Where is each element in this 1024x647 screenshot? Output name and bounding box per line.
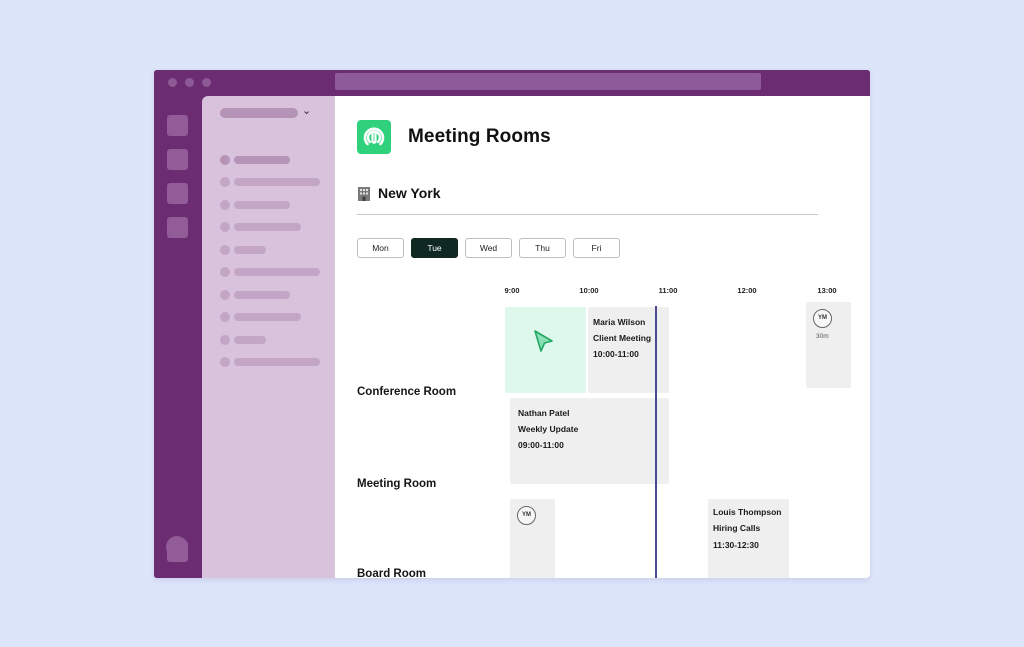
address-bar[interactable] [335,73,761,90]
time-label-9: 9:00 [504,286,520,295]
divider [357,214,818,215]
booking-person: Nathan Patel [518,408,570,418]
room-label-conference: Conference Room [357,386,457,398]
time-label-11: 11:00 [658,286,678,295]
time-label-10: 10:00 [579,286,599,295]
avatar: YM [813,309,832,328]
booking-card-conference-short[interactable]: YM 30m [806,302,851,388]
rail-item-bottom[interactable] [167,541,188,562]
window-close-dot[interactable] [168,78,177,87]
sidebar: ⌄ [202,96,335,578]
avatar: YM [517,506,536,525]
title-bar [154,70,870,96]
rail-item-1[interactable] [167,115,188,136]
rail-item-4[interactable] [167,217,188,238]
booking-card-board-short[interactable]: YM [510,499,555,578]
booking-title: Hiring Calls [713,523,761,533]
day-tab-fri[interactable]: Fri [573,238,620,258]
booking-title: Weekly Update [518,424,579,434]
booking-card-conference-main[interactable]: Maria Wilson Client Meeting 10:00-11:00 [588,307,669,393]
office-building-icon [358,187,370,201]
booking-card-board-main[interactable]: Louis Thompson Hiring Calls 11:30-12:30 [708,499,789,578]
booking-person: Maria Wilson [593,317,646,327]
window-minimize-dot[interactable] [185,78,194,87]
current-time-indicator [655,306,657,578]
booking-person: Louis Thompson [713,507,782,517]
day-tab-tue[interactable]: Tue [411,238,458,258]
booking-duration: 30m [816,333,829,340]
meeting-rooms-logo-icon [357,120,391,154]
day-tab-thu[interactable]: Thu [519,238,566,258]
cursor-arrow-icon [534,330,553,352]
booking-title: Client Meeting [593,333,652,343]
main-panel: Meeting Rooms New York Mon Tue Wed Thu F… [335,96,870,578]
day-tab-mon[interactable]: Mon [357,238,404,258]
window-maximize-dot[interactable] [202,78,211,87]
room-label-meeting: Meeting Room [357,478,437,490]
workspace-rail [154,96,202,578]
booking-card-meeting-main[interactable]: Nathan Patel Weekly Update 09:00-11:00 [510,398,669,484]
location-name: New York [378,185,441,201]
day-tab-wed[interactable]: Wed [465,238,512,258]
booking-time: 09:00-11:00 [518,440,564,450]
booking-time: 11:30-12:30 [713,540,759,550]
free-slot[interactable] [505,307,586,393]
rail-item-2[interactable] [167,149,188,170]
chevron-down-icon[interactable]: ⌄ [302,104,311,117]
app-window: ⌄ Meeting Rooms New York Mon Tue Wed Thu… [154,70,870,578]
workspace-switcher[interactable] [220,108,298,118]
room-label-board: Board Room [357,568,426,578]
time-label-12: 12:00 [737,286,757,295]
time-label-13: 13:00 [817,286,837,295]
rail-item-3[interactable] [167,183,188,204]
page-title: Meeting Rooms [408,126,551,147]
booking-time: 10:00-11:00 [593,349,639,359]
